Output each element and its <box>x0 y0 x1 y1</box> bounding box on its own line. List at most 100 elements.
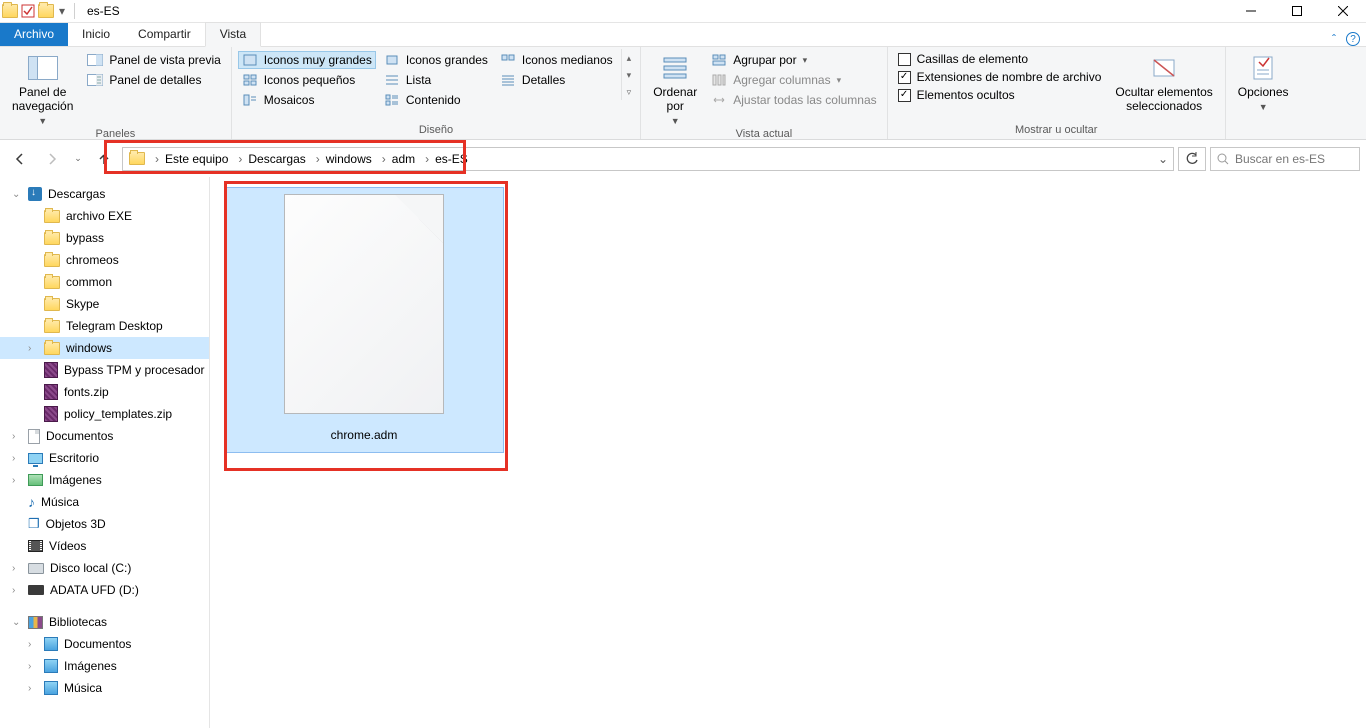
crumb-windows[interactable]: windows <box>326 152 372 166</box>
file-icon <box>284 194 444 414</box>
navigation-pane-button[interactable]: Panel de navegación ▼ <box>6 49 79 126</box>
chevron-right-icon[interactable]: › <box>378 152 390 166</box>
options-button[interactable]: Opciones ▼ <box>1232 49 1295 112</box>
tree-imagenes[interactable]: ›Imágenes <box>0 469 209 491</box>
navigation-tree[interactable]: ⌄Descargas archivo EXE bypass chromeos c… <box>0 177 210 728</box>
up-button[interactable] <box>90 145 118 173</box>
qat-newfolder-icon[interactable] <box>38 4 54 18</box>
group-by-button[interactable]: Agrupar por ▾ <box>707 51 880 69</box>
crumb-adm[interactable]: adm <box>392 152 415 166</box>
layout-medium-icons[interactable]: Iconos medianos <box>496 51 617 69</box>
chevron-right-icon[interactable]: › <box>421 152 433 166</box>
usb-icon <box>28 585 44 595</box>
breadcrumb[interactable]: ›Este equipo ›Descargas ›windows ›adm ›e… <box>122 147 1174 171</box>
folder-icon <box>44 298 60 311</box>
tree-item[interactable]: archivo EXE <box>0 205 209 227</box>
chevron-right-icon[interactable]: › <box>234 152 246 166</box>
tree-item[interactable]: policy_templates.zip <box>0 403 209 425</box>
tree-item[interactable]: Skype <box>0 293 209 315</box>
crumb-descargas[interactable]: Descargas <box>248 152 305 166</box>
qat-dropdown-icon[interactable]: ▾ <box>56 3 68 19</box>
ribbon-group-vistaactual: Ordenar por ▼ Agrupar por ▾ Agregar colu… <box>641 47 887 139</box>
details-pane-button[interactable]: Panel de detalles <box>83 71 224 89</box>
help-icon[interactable]: ? <box>1346 32 1360 46</box>
chevron-right-icon[interactable]: › <box>312 152 324 166</box>
refresh-button[interactable] <box>1178 147 1206 171</box>
layout-content[interactable]: Contenido <box>380 91 492 109</box>
collapse-icon[interactable]: ⌄ <box>12 189 22 200</box>
tree-objetos3d[interactable]: ❒Objetos 3D <box>0 513 209 535</box>
file-chrome-adm[interactable]: chrome.adm <box>224 187 504 453</box>
tree-item[interactable]: Bypass TPM y procesador <box>0 359 209 381</box>
layout-gallery-down-icon[interactable]: ▾ <box>624 68 635 83</box>
content-icon <box>384 92 400 108</box>
tree-usb-d[interactable]: ›ADATA UFD (D:) <box>0 579 209 601</box>
search-input[interactable]: Buscar en es-ES <box>1210 147 1360 171</box>
minimize-button[interactable] <box>1228 0 1274 23</box>
hide-selected-button[interactable]: Ocultar elementos seleccionados <box>1109 49 1218 114</box>
add-columns-button[interactable]: Agregar columnas ▾ <box>707 71 880 89</box>
layout-tiles[interactable]: Mosaicos <box>238 91 376 109</box>
address-dropdown-icon[interactable]: ⌄ <box>1153 152 1173 166</box>
objects3d-icon: ❒ <box>28 516 40 532</box>
archive-icon <box>44 406 58 422</box>
checkbox-checked-icon <box>898 89 911 102</box>
group-by-label: Agrupar por <box>733 53 796 67</box>
back-button[interactable] <box>6 145 34 173</box>
layout-gallery-more-icon[interactable]: ▿ <box>624 85 635 100</box>
tree-item-windows[interactable]: ›windows <box>0 337 209 359</box>
file-extensions-label: Extensiones de nombre de archivo <box>917 70 1102 84</box>
size-all-columns-button[interactable]: Ajustar todas las columnas <box>707 91 880 109</box>
preview-pane-button[interactable]: Panel de vista previa <box>83 51 224 69</box>
close-button[interactable] <box>1320 0 1366 23</box>
tree-descargas[interactable]: ⌄Descargas <box>0 183 209 205</box>
tree-item[interactable]: bypass <box>0 227 209 249</box>
item-checkboxes-toggle[interactable]: Casillas de elemento <box>894 51 1106 67</box>
tree-label: Escritorio <box>49 451 99 465</box>
qat-properties-icon[interactable] <box>20 3 36 19</box>
tree-item[interactable]: fonts.zip <box>0 381 209 403</box>
forward-button[interactable] <box>38 145 66 173</box>
crumb-es-es[interactable]: es-ES <box>435 152 468 166</box>
size-columns-icon <box>711 92 727 108</box>
sort-by-button[interactable]: Ordenar por ▼ <box>647 49 703 126</box>
chevron-right-icon[interactable]: › <box>151 152 163 166</box>
tree-label: Bibliotecas <box>49 615 107 629</box>
tree-lib-docs[interactable]: ›Documentos <box>0 633 209 655</box>
folder-icon <box>44 276 60 289</box>
file-extensions-toggle[interactable]: Extensiones de nombre de archivo <box>894 69 1106 85</box>
hidden-items-toggle[interactable]: Elementos ocultos <box>894 87 1106 103</box>
recent-dropdown[interactable]: ⌄ <box>70 145 86 173</box>
tree-item[interactable]: chromeos <box>0 249 209 271</box>
tree-disco-c[interactable]: ›Disco local (C:) <box>0 557 209 579</box>
tab-inicio[interactable]: Inicio <box>68 23 124 46</box>
layout-list[interactable]: Lista <box>380 71 492 89</box>
layout-extra-large-icons[interactable]: Iconos muy grandes <box>238 51 376 69</box>
tab-vista[interactable]: Vista <box>205 22 261 47</box>
layout-large-icons[interactable]: Iconos grandes <box>380 51 492 69</box>
tree-lib-musica[interactable]: ›Música <box>0 677 209 699</box>
tree-bibliotecas[interactable]: ⌄Bibliotecas <box>0 611 209 633</box>
tree-musica[interactable]: ♪Música <box>0 491 209 513</box>
tree-item[interactable]: common <box>0 271 209 293</box>
expand-icon[interactable]: › <box>28 343 38 354</box>
tree-escritorio[interactable]: ›Escritorio <box>0 447 209 469</box>
sm-icons-label: Iconos pequeños <box>264 73 355 87</box>
layout-details[interactable]: Detalles <box>496 71 617 89</box>
documents-icon <box>28 429 40 444</box>
collapse-ribbon-icon[interactable]: ˆ <box>1332 32 1336 46</box>
tab-compartir[interactable]: Compartir <box>124 23 205 46</box>
tree-documentos[interactable]: ›Documentos <box>0 425 209 447</box>
tree-label: Telegram Desktop <box>66 319 163 333</box>
tree-lib-img[interactable]: ›Imágenes <box>0 655 209 677</box>
maximize-button[interactable] <box>1274 0 1320 23</box>
layout-gallery-up-icon[interactable]: ▴ <box>624 51 635 66</box>
tree-videos[interactable]: Vídeos <box>0 535 209 557</box>
crumb-este-equipo[interactable]: Este equipo <box>165 152 228 166</box>
layout-small-icons[interactable]: Iconos pequeños <box>238 71 376 89</box>
tree-item[interactable]: Telegram Desktop <box>0 315 209 337</box>
sort-label: Ordenar por <box>653 86 697 114</box>
file-list[interactable]: chrome.adm <box>210 177 1366 728</box>
tab-file[interactable]: Archivo <box>0 23 68 46</box>
tree-label: Documentos <box>46 429 113 443</box>
